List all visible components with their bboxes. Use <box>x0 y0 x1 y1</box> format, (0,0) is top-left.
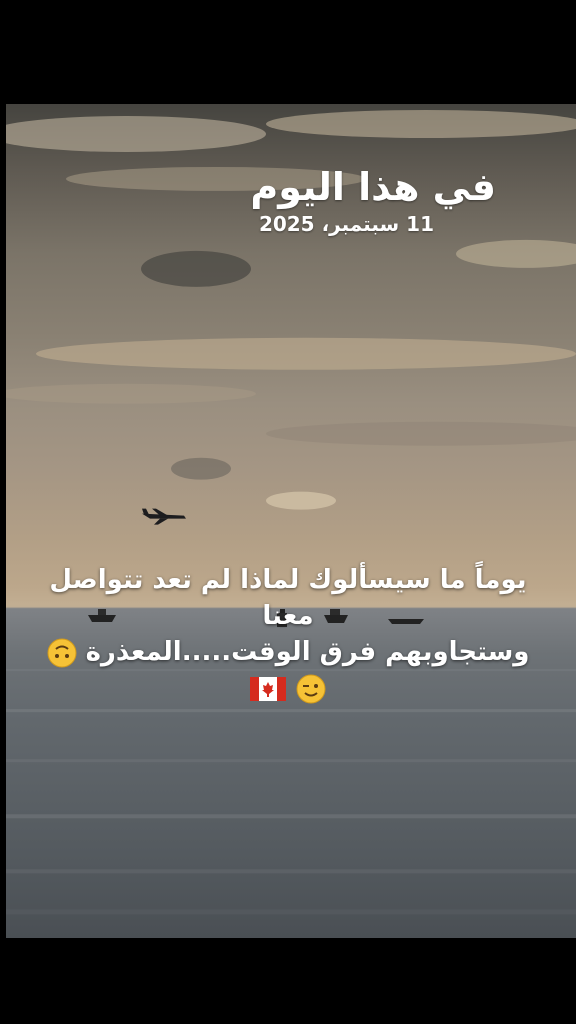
airplane <box>142 508 186 525</box>
cloud <box>266 109 576 138</box>
caption-text: يوماً ما سيسألوك لماذا لم تعد تتواصل معن… <box>0 562 576 706</box>
cloud <box>6 383 256 404</box>
caption-emoji-line <box>10 670 566 706</box>
cloud <box>141 250 251 287</box>
cloud <box>456 239 576 268</box>
cloud <box>6 115 266 152</box>
memory-date: 11 سبتمبر، 2025 <box>258 212 434 236</box>
upside-down-face-icon <box>47 638 77 667</box>
cloud <box>266 491 336 510</box>
canada-flag-icon <box>250 676 287 701</box>
cloud <box>266 421 576 446</box>
winking-face-icon <box>296 674 326 703</box>
caption-line: وستجاوبهم فرق الوقت.....المعذرة <box>10 634 566 670</box>
caption-line: معنا <box>262 601 314 631</box>
sunset-sea-photo: في هذا اليوم 11 سبتمبر، 2025 <box>6 104 576 938</box>
caption-line-text: وستجاوبهم فرق الوقت.....المعذرة <box>85 637 530 667</box>
memory-header: في هذا اليوم 11 سبتمبر، 2025 <box>6 164 576 236</box>
cloud <box>36 337 576 370</box>
cloud <box>171 457 231 480</box>
memory-title: في هذا اليوم <box>250 165 496 209</box>
caption-line: يوماً ما سيسألوك لماذا لم تعد تتواصل <box>49 565 527 595</box>
